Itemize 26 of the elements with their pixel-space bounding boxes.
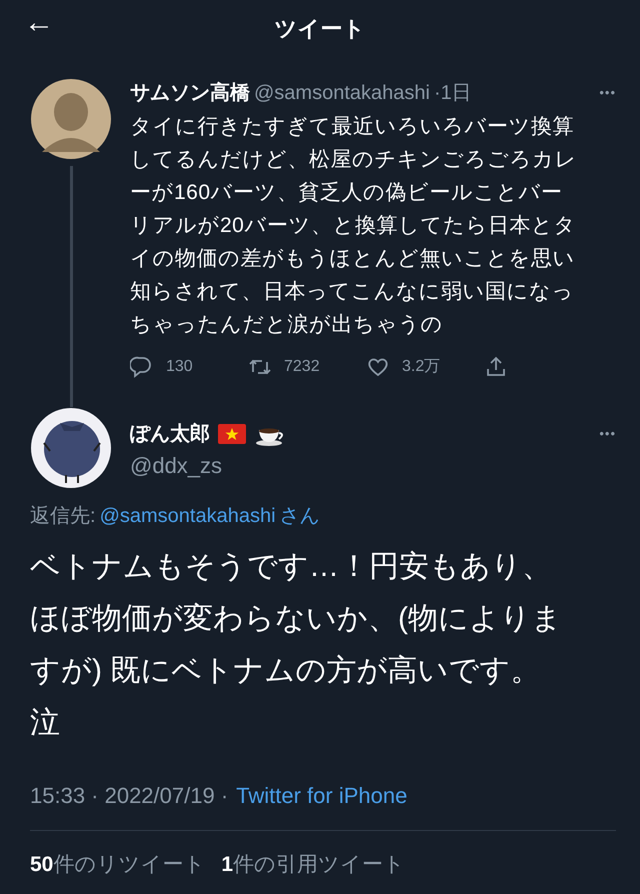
flag-icon	[218, 424, 246, 444]
author-handle[interactable]: @samsontakahashi	[254, 78, 430, 108]
tweet-timestamp: 15:33 · 2022/07/19 ·	[30, 782, 228, 810]
reply-to-suffix: さん	[280, 504, 320, 529]
more-button[interactable]: •••	[599, 83, 616, 103]
page-title: ツイート	[274, 14, 366, 42]
avatar[interactable]	[30, 78, 112, 160]
like-button[interactable]: 3.2万	[366, 355, 484, 379]
author-name[interactable]: サムソン高橋	[130, 78, 250, 108]
retweet-button[interactable]: 7232	[248, 355, 366, 379]
tweet-time: ·1日	[434, 81, 472, 106]
avatar[interactable]	[30, 407, 112, 489]
tweet-text: ベトナムもそうです…！円安もあり、 ほぼ物価が変わらないか、(物によりま すが) 既にベトナムの方が高いです。 泣	[30, 549, 562, 741]
reply-button[interactable]: 130	[130, 355, 248, 379]
more-button[interactable]: •••	[599, 424, 616, 444]
back-button[interactable]: ←	[20, 8, 58, 38]
source-link[interactable]: Twitter for iPhone	[236, 779, 408, 812]
author-handle[interactable]: @ddx_zs	[130, 449, 222, 482]
author-name[interactable]: ぽん太郎	[130, 419, 210, 449]
stat-link[interactable]: 50件のリツイート	[30, 849, 206, 880]
reply-to-label: 返信先:	[30, 504, 96, 529]
tweet-text: タイに行きたすぎて最近いろいろバーツ換算 してるんだけど、松屋のチキンごろごろカレ ーが160バーツ、貧乏人の偽ビールことバー リアルが20バーツ、と換算してたら日本とタ イの物価の差がもうほとんど無いことを思い 知らされて、日本ってこんなに弱い国になっ ちゃったんだと涙が出ちゃうの	[130, 114, 577, 338]
speech-bubble-icon	[130, 355, 154, 379]
mention-link[interactable]: @samsontakahashi	[100, 501, 276, 531]
share-icon	[484, 355, 508, 379]
stat-link[interactable]: 1件の引用ツイート	[221, 849, 406, 880]
